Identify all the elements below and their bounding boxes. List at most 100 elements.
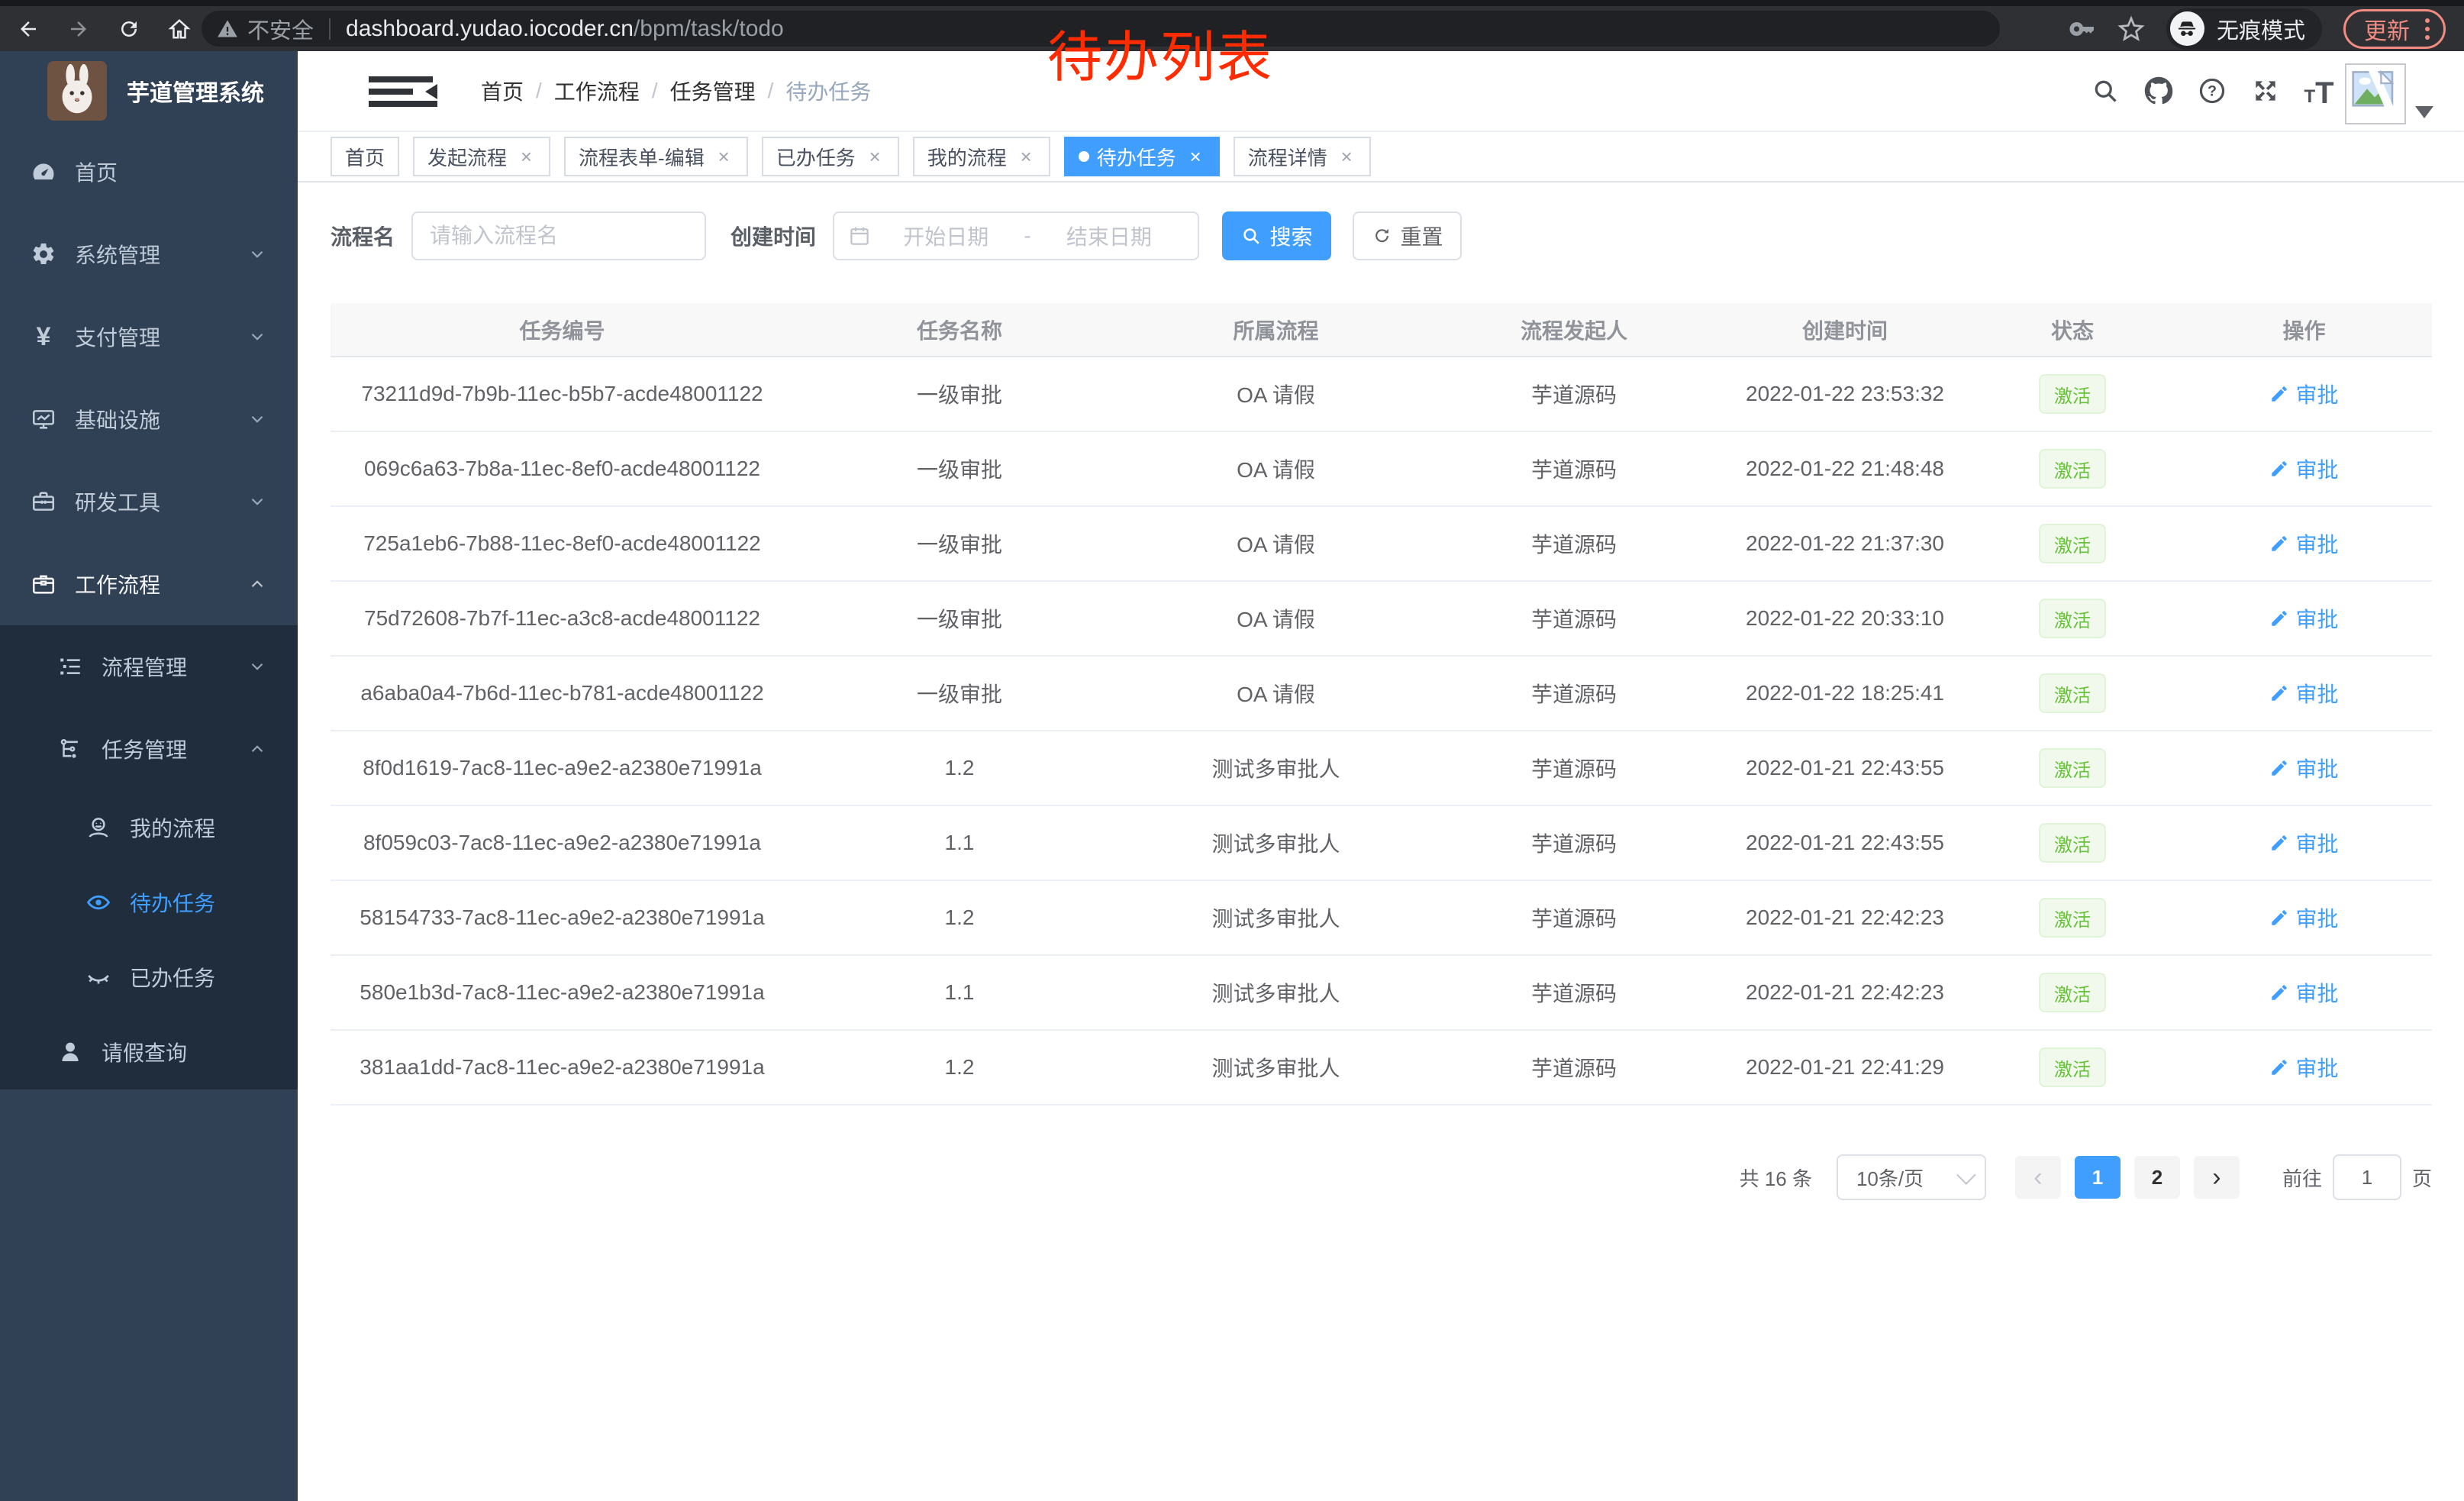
hamburger-icon[interactable] <box>369 76 437 108</box>
avatar-caret-icon[interactable] <box>2415 106 2433 118</box>
status-badge: 激活 <box>2039 673 2106 713</box>
sidebar-item-my-process[interactable]: 我的流程 <box>0 790 298 865</box>
help-icon[interactable]: ? <box>2197 76 2227 106</box>
fullscreen-icon[interactable] <box>2250 76 2281 106</box>
security-label[interactable]: 不安全 <box>247 13 314 45</box>
sidebar-item-workflow[interactable]: 工作流程 <box>0 543 298 625</box>
table-row: 8f0d1619-7ac8-11ec-a9e2-a2380e71991a 1.2… <box>331 731 2432 805</box>
edit-pencil-icon <box>2269 608 2289 628</box>
approve-link[interactable]: 审批 <box>2269 753 2338 783</box>
sidebar-item-label: 待办任务 <box>130 887 215 918</box>
sidebar-item-task-mgmt[interactable]: 任务管理 <box>0 708 298 790</box>
task-id-cell: 8f059c03-7ac8-11ec-a9e2-a2380e71991a <box>331 805 794 880</box>
sidebar-item-pay[interactable]: ¥ 支付管理 <box>0 295 298 378</box>
page-button-1[interactable]: 1 <box>2075 1156 2121 1199</box>
edit-pencil-icon <box>2269 1057 2289 1077</box>
browser-menu-kebab-icon[interactable] <box>2425 18 2430 40</box>
search-icon[interactable] <box>2090 76 2121 106</box>
close-icon[interactable] <box>516 147 536 166</box>
prev-page-button[interactable] <box>2015 1156 2061 1199</box>
tab[interactable]: 发起流程 <box>413 137 550 176</box>
starter-cell: 芋道源码 <box>1427 431 1721 506</box>
page-size-select[interactable]: 10条/页 <box>1837 1154 1986 1200</box>
github-icon[interactable] <box>2143 76 2174 106</box>
sidebar-item-done-task[interactable]: 已办任务 <box>0 940 298 1015</box>
approve-link[interactable]: 审批 <box>2269 379 2338 409</box>
url-host[interactable]: dashboard.yudao.iocoder.cn <box>346 16 634 42</box>
total-count: 共 16 条 <box>1740 1164 1812 1192</box>
sidebar-item-leave-query[interactable]: 请假查询 <box>0 1015 298 1089</box>
filter-form: 流程名 创建时间 开始日期 - 结束日期 搜索 重置 <box>331 211 2432 260</box>
close-icon[interactable] <box>865 147 885 166</box>
incognito-chip[interactable]: 无痕模式 <box>2166 8 2322 50</box>
sidebar-item-infra[interactable]: 基础设施 <box>0 378 298 460</box>
process-name-input[interactable] <box>411 211 706 260</box>
avatar[interactable] <box>2345 63 2406 124</box>
tab[interactable]: 流程详情 <box>1234 137 1371 176</box>
sidebar: 芋道管理系统 首页 系统管理 ¥ 支付管理 基础设施 <box>0 51 298 1501</box>
next-page-button[interactable] <box>2194 1156 2240 1199</box>
back-icon[interactable] <box>17 18 40 40</box>
sidebar-item-system[interactable]: 系统管理 <box>0 213 298 295</box>
update-button[interactable]: 更新 <box>2343 9 2446 49</box>
close-icon[interactable] <box>1016 147 1036 166</box>
approve-link[interactable]: 审批 <box>2269 977 2338 1008</box>
page-header: 首页 工作流程 任务管理 待办任务 ? TT <box>298 51 2464 132</box>
key-icon[interactable] <box>2069 15 2096 43</box>
breadcrumb-workflow[interactable]: 工作流程 <box>554 76 640 106</box>
yen-icon: ¥ <box>31 324 56 350</box>
sidebar-item-home[interactable]: 首页 <box>0 131 298 213</box>
font-size-icon[interactable]: TT <box>2304 76 2334 106</box>
edit-pencil-icon <box>2269 833 2289 853</box>
action-cell: 审批 <box>2176 880 2432 955</box>
status-badge: 激活 <box>2039 524 2106 563</box>
tab[interactable]: 已办任务 <box>762 137 899 176</box>
sidebar-item-label: 研发工具 <box>75 486 160 517</box>
end-date-placeholder: 结束日期 <box>1034 221 1184 251</box>
col-status: 状态 <box>1969 303 2176 357</box>
status-cell: 激活 <box>1969 731 2176 805</box>
reset-button[interactable]: 重置 <box>1353 211 1462 260</box>
breadcrumb-task-mgmt[interactable]: 任务管理 <box>670 76 756 106</box>
table-row: 381aa1dd-7ac8-11ec-a9e2-a2380e71991a 1.2… <box>331 1030 2432 1105</box>
process-cell: OA 请假 <box>1125 656 1427 731</box>
bookmark-star-icon[interactable] <box>2117 15 2145 43</box>
search-button[interactable]: 搜索 <box>1222 211 1331 260</box>
approve-link[interactable]: 审批 <box>2269 902 2338 933</box>
breadcrumb-home[interactable]: 首页 <box>481 76 524 106</box>
starter-cell: 芋道源码 <box>1427 1030 1721 1105</box>
reload-icon[interactable] <box>118 18 140 40</box>
close-icon[interactable] <box>1185 147 1205 166</box>
close-icon[interactable] <box>714 147 734 166</box>
starter-cell: 芋道源码 <box>1427 880 1721 955</box>
url-path[interactable]: /bpm/task/todo <box>634 16 784 42</box>
page-button-2[interactable]: 2 <box>2134 1156 2180 1199</box>
approve-link[interactable]: 审批 <box>2269 828 2338 858</box>
approve-link[interactable]: 审批 <box>2269 678 2338 709</box>
tab[interactable]: 首页 <box>331 137 399 176</box>
app-logo-row[interactable]: 芋道管理系统 <box>0 51 298 131</box>
sidebar-item-dev[interactable]: 研发工具 <box>0 460 298 543</box>
approve-link[interactable]: 审批 <box>2269 603 2338 634</box>
created-cell: 2022-01-21 22:43:55 <box>1721 805 1969 880</box>
task-id-cell: a6aba0a4-7b6d-11ec-b781-acde48001122 <box>331 656 794 731</box>
status-badge: 激活 <box>2039 449 2106 489</box>
chevron-down-icon <box>247 244 267 264</box>
sidebar-item-todo-task[interactable]: 待办任务 <box>0 865 298 940</box>
table-row: 725a1eb6-7b88-11ec-8ef0-acde48001122 一级审… <box>331 506 2432 581</box>
tab[interactable]: 我的流程 <box>913 137 1050 176</box>
approve-link[interactable]: 审批 <box>2269 454 2338 484</box>
sidebar-item-process-mgmt[interactable]: 流程管理 <box>0 625 298 708</box>
tab[interactable]: 待办任务 <box>1064 137 1220 176</box>
sidebar-item-label: 请假查询 <box>102 1037 187 1067</box>
goto-page-input[interactable] <box>2333 1154 2401 1200</box>
breadcrumb: 首页 工作流程 任务管理 待办任务 <box>481 51 871 131</box>
approve-link[interactable]: 审批 <box>2269 1052 2338 1083</box>
starter-cell: 芋道源码 <box>1427 805 1721 880</box>
tab[interactable]: 流程表单-编辑 <box>564 137 748 176</box>
approve-link[interactable]: 审批 <box>2269 528 2338 559</box>
date-range-picker[interactable]: 开始日期 - 结束日期 <box>833 211 1199 260</box>
forward-icon[interactable] <box>67 18 90 40</box>
home-icon[interactable] <box>168 18 191 40</box>
close-icon[interactable] <box>1337 147 1356 166</box>
